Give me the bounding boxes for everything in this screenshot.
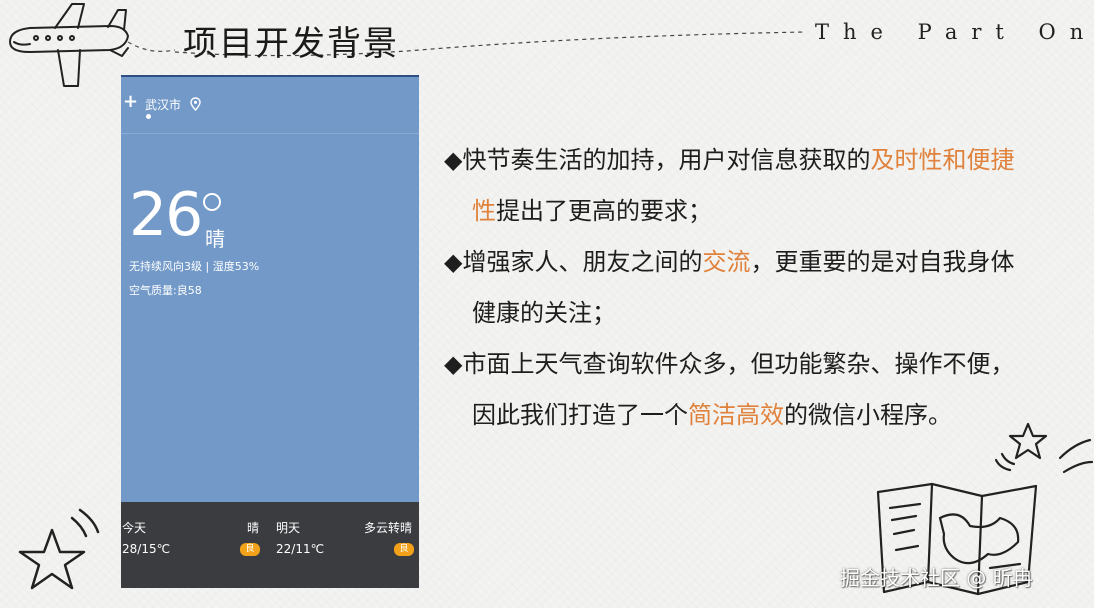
app-top-bar: + 武汉市 [121, 77, 419, 134]
wind-humidity: 无持续风向3级 | 湿度53% [129, 260, 260, 273]
current-temperature: 26 [129, 180, 203, 250]
point-3: ◆市面上天气查询软件众多，但功能繁杂、操作不便，因此我们打造了一个简洁高效的微信… [444, 339, 1024, 441]
current-condition: 晴 [205, 227, 225, 251]
point-1-text: 快节奏生活的加持，用户对信息获取的 [462, 146, 871, 174]
forecast-today-weather: 晴 [247, 521, 260, 535]
forecast-tomorrow-aqi-badge: 良 [394, 543, 414, 556]
point-2-highlight: 交流 [702, 248, 751, 276]
forecast-today-aqi-badge: 良 [240, 543, 260, 556]
degree-symbol [203, 193, 221, 211]
forecast-today-temp: 28/15℃ [122, 542, 171, 556]
bullet-marker: ◆ [444, 146, 463, 174]
point-3-tail: 的微信小程序。 [784, 401, 952, 429]
plus-icon[interactable]: + [123, 91, 138, 112]
forecast-tomorrow-weather: 多云转晴 [364, 521, 413, 535]
part-label: The Part One [815, 20, 1094, 44]
point-1: ◆快节奏生活的加持，用户对信息获取的及时性和便捷性提出了更高的要求； [444, 135, 1024, 237]
weather-app-screenshot: + 武汉市 26 晴 无持续风向3级 | 湿度53% 空气质量:良58 今天 晴… [121, 75, 419, 588]
forecast-today-day: 今天 [122, 521, 147, 535]
bullet-marker: ◆ [444, 248, 463, 276]
star-icon [18, 508, 100, 590]
point-1-tail: 提出了更高的要求； [496, 197, 712, 225]
slide-title: 项目开发背景 [183, 24, 399, 64]
city-name[interactable]: 武汉市 [145, 96, 181, 113]
point-2-text: 增强家人、朋友之间的 [462, 248, 703, 276]
forecast-bar: 今天 晴 28/15℃ 良 明天 多云转晴 22/11℃ 良 [121, 502, 419, 588]
air-quality: 空气质量:良58 [129, 284, 202, 297]
bullet-marker: ◆ [444, 350, 463, 378]
point-2: ◆增强家人、朋友之间的交流，更重要的是对自我身体健康的关注； [444, 237, 1024, 339]
forecast-tomorrow-temp: 22/11℃ [276, 542, 325, 556]
forecast-tomorrow-day: 明天 [276, 521, 301, 535]
page-indicator-dot [146, 114, 151, 119]
location-pin-icon [190, 97, 201, 111]
background-points: ◆快节奏生活的加持，用户对信息获取的及时性和便捷性提出了更高的要求； ◆增强家人… [444, 135, 1024, 441]
watermark: 掘金技术社区 @ 昕冉 [840, 566, 1033, 590]
point-3-highlight: 简洁高效 [688, 401, 784, 429]
